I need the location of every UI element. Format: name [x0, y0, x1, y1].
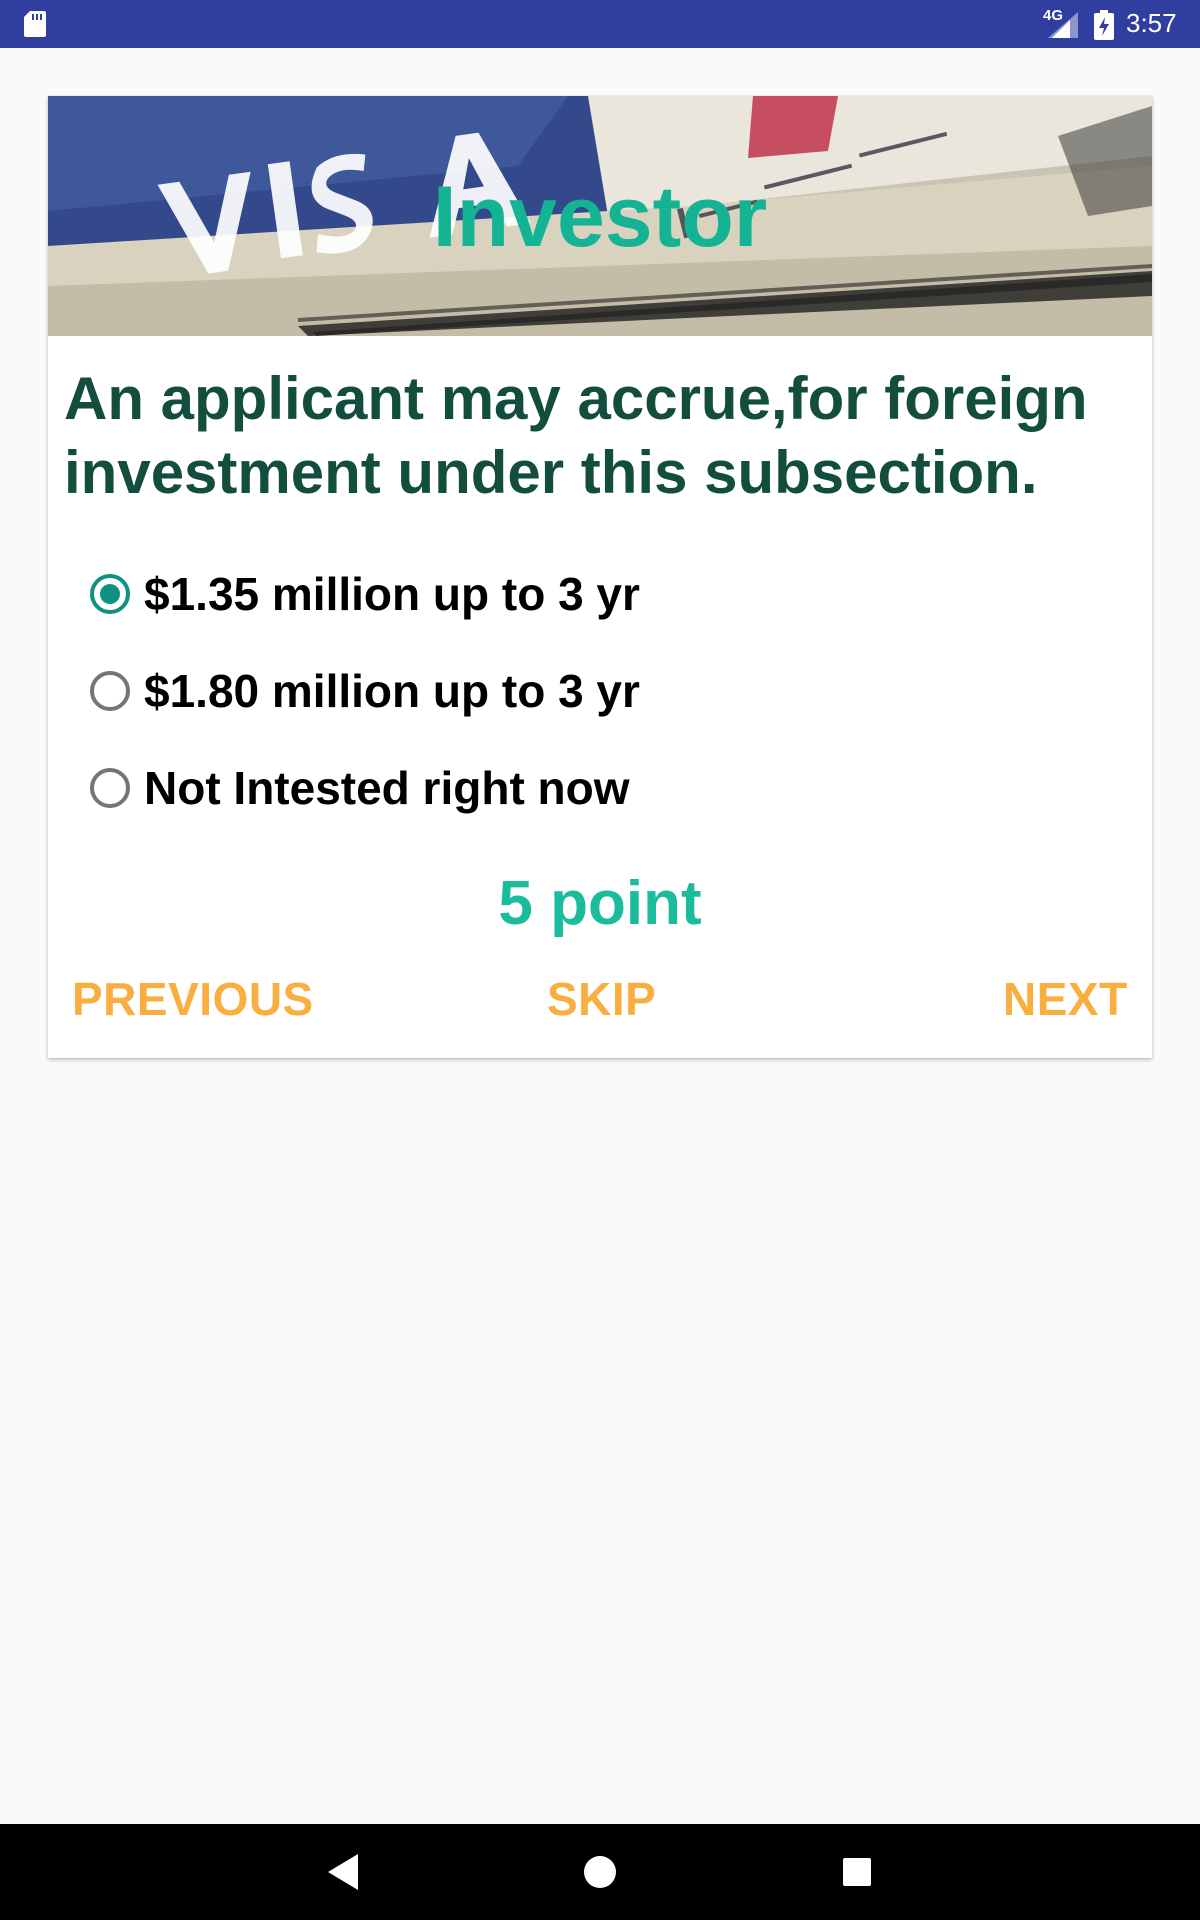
navigation-bar [0, 1824, 1200, 1920]
radio-button[interactable] [90, 768, 130, 808]
option-2[interactable]: $1.80 million up to 3 yr [90, 656, 990, 726]
banner-title: Investor [432, 169, 768, 265]
battery-charging-icon [1094, 10, 1114, 40]
next-button[interactable]: NEXT [1003, 972, 1128, 1026]
option-label: Not Intested right now [144, 762, 630, 814]
signal-icon [1048, 12, 1078, 38]
banner-image: Investor [48, 96, 1152, 336]
home-icon[interactable] [583, 1852, 617, 1892]
question-text: An applicant may accrue,for foreign inve… [64, 365, 1088, 506]
sd-card-icon [24, 11, 46, 37]
option-1[interactable]: $1.35 million up to 3 yr [90, 559, 990, 629]
back-icon[interactable] [326, 1852, 360, 1892]
points-label: 5 point [498, 869, 702, 938]
skip-button[interactable]: SKIP [547, 972, 656, 1026]
question-card: Investor An applicant may accrue,for for… [48, 96, 1152, 1058]
option-3[interactable]: Not Intested right now [90, 753, 990, 823]
option-label: $1.80 million up to 3 yr [144, 665, 640, 717]
previous-button[interactable]: PREVIOUS [72, 972, 314, 1026]
radio-button-selected[interactable] [90, 574, 130, 614]
status-bar: 4G 3:57 [0, 0, 1200, 48]
radio-button[interactable] [90, 671, 130, 711]
clock: 3:57 [1126, 8, 1177, 38]
recents-icon[interactable] [840, 1852, 874, 1892]
option-label: $1.35 million up to 3 yr [144, 568, 640, 620]
